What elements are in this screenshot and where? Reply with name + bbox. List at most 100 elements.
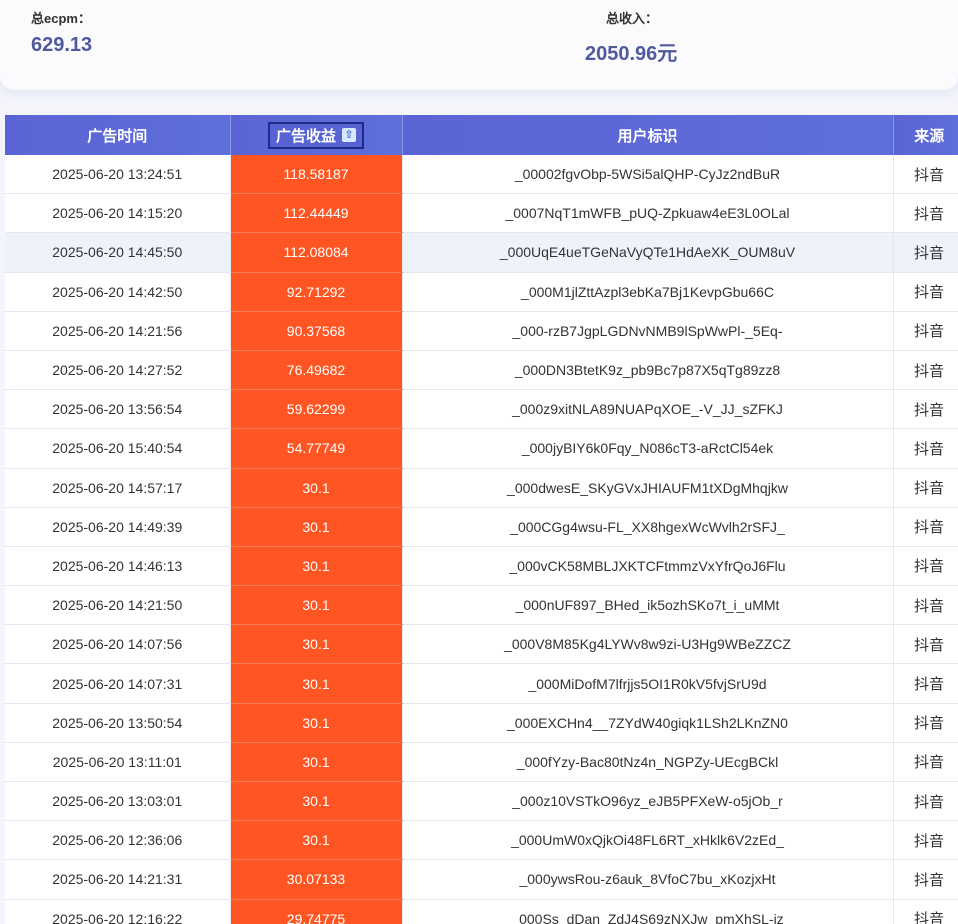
cell-ad-revenue: 76.49682 <box>230 350 403 391</box>
cell-ad-time: 2025-06-20 14:15:20 <box>5 193 231 234</box>
cell-source: 抖音 <box>893 468 958 508</box>
cell-user-id: _000z9xitNLA89NUAPqXOE_-V_JJ_sZFKJ <box>402 389 894 430</box>
cell-user-id: _000MiDofM7lfrjjs5OI1R0kV5fvjSrU9d <box>402 663 894 704</box>
cell-ad-revenue: 30.1 <box>230 820 403 861</box>
header-source[interactable]: 来源 <box>893 115 958 155</box>
cell-source: 抖音 <box>893 155 958 195</box>
cell-user-id: _000ywsRou-z6auk_8VfoC7bu_xKozjxHt <box>402 859 894 900</box>
cell-user-id: _000-rzB7JgpLGDNvNMB9lSpWwPl-_5Eq- <box>402 311 894 351</box>
cell-ad-revenue: 30.1 <box>230 546 403 587</box>
cell-ad-time: 2025-06-20 12:16:22 <box>5 899 231 924</box>
cell-ad-revenue: 30.1 <box>230 742 403 783</box>
cell-source: 抖音 <box>893 899 958 924</box>
cell-source: 抖音 <box>893 546 958 587</box>
header-ad-revenue-label: 广告收益 <box>275 127 336 145</box>
cell-source: 抖音 <box>893 428 958 469</box>
cell-user-id: _000UmW0xQjkOi48FL6RT_xHklk6V2zEd_ <box>402 820 894 861</box>
cell-user-id: _0007NqT1mWFB_pUQ-Zpkuaw4eE3L0OLal <box>402 193 894 234</box>
header-ad-time[interactable]: 广告时间 <box>5 115 231 155</box>
cell-source: 抖音 <box>893 311 958 351</box>
cell-source: 抖音 <box>893 742 958 783</box>
cell-ad-time: 2025-06-20 13:56:54 <box>5 389 231 430</box>
cell-ad-time: 2025-06-20 13:03:01 <box>5 781 231 822</box>
table-row[interactable]: 2025-06-20 14:49:39 30.1 _000CGg4wsu-FL_XX… <box>5 507 958 547</box>
cell-user-id: _000vCK58MBLJXKTCFtmmzVxYfrQoJ6Flu <box>402 546 894 587</box>
cell-source: 抖音 <box>893 859 958 900</box>
table-row[interactable]: 2025-06-20 14:21:50 30.1 _000nUF897_BHed_i… <box>5 585 958 626</box>
table-header-row: 广告时间 广告收益 ⇧ 用户标识 来源 <box>5 115 958 155</box>
cell-source: 抖音 <box>893 624 958 665</box>
table-row[interactable]: 2025-06-20 14:45:50 112.08084 _000UqE4ueTG… <box>5 232 958 273</box>
table-row[interactable]: 2025-06-20 14:57:17 30.1 _000dwesE_SKyGVxJ… <box>5 468 958 508</box>
header-user-id[interactable]: 用户标识 <box>402 115 894 155</box>
cell-user-id: _000CGg4wsu-FL_XX8hgexWcWvlh2rSFJ_ <box>402 507 894 547</box>
cell-ad-revenue: 30.1 <box>230 663 403 704</box>
table-row[interactable]: 2025-06-20 13:03:01 30.1 _000z10VSTkO96yz_… <box>5 781 958 822</box>
cell-user-id: _000Ss_dDan_ZdJ4S69zNXJw_pmXhSL-iz <box>402 899 894 924</box>
ecpm-label: 总ecpm： <box>31 11 91 26</box>
header-ad-revenue[interactable]: 广告收益 ⇧ <box>230 115 403 155</box>
cell-ad-revenue: 30.1 <box>230 703 403 743</box>
cell-ad-time: 2025-06-20 13:50:54 <box>5 703 231 743</box>
table-row[interactable]: 2025-06-20 14:21:56 90.37568 _000-rzB7JgpL… <box>5 311 958 351</box>
table-row[interactable]: 2025-06-20 12:16:22 29.74775 _000Ss_dDan_Z… <box>5 899 958 924</box>
cell-source: 抖音 <box>893 585 958 626</box>
cell-ad-time: 2025-06-20 14:49:39 <box>5 507 231 547</box>
cell-ad-revenue: 112.08084 <box>230 232 403 273</box>
cell-ad-revenue: 54.77749 <box>230 428 403 469</box>
table-row[interactable]: 2025-06-20 13:50:54 30.1 _000EXCHn4__7ZYdW… <box>5 703 958 743</box>
income-value: 2050.96元 <box>585 43 678 65</box>
cell-ad-time: 2025-06-20 13:11:01 <box>5 742 231 783</box>
cell-source: 抖音 <box>893 703 958 743</box>
sort-by-revenue-button[interactable]: 广告收益 ⇧ <box>267 121 364 149</box>
cell-ad-time: 2025-06-20 14:21:31 <box>5 859 231 900</box>
cell-source: 抖音 <box>893 663 958 704</box>
cell-source: 抖音 <box>893 350 958 391</box>
cell-ad-revenue: 30.1 <box>230 585 403 626</box>
cell-source: 抖音 <box>893 507 958 547</box>
table-row[interactable]: 2025-06-20 14:21:31 30.07133 _000ywsRou-z6… <box>5 859 958 900</box>
cell-ad-time: 2025-06-20 14:57:17 <box>5 468 231 508</box>
cell-ad-time: 2025-06-20 14:21:50 <box>5 585 231 626</box>
cell-ad-time: 2025-06-20 14:07:31 <box>5 663 231 704</box>
table-row[interactable]: 2025-06-20 12:36:06 30.1 _000UmW0xQjkOi48F… <box>5 820 958 861</box>
cell-ad-revenue: 118.58187 <box>230 155 403 195</box>
cell-ad-revenue: 30.1 <box>230 468 403 508</box>
cell-user-id: _000fYzy-Bac80tNz4n_NGPZy-UEcgBCkl <box>402 742 894 783</box>
table-row[interactable]: 2025-06-20 15:40:54 54.77749 _000jyBIY6k0F… <box>5 428 958 469</box>
table-body: 2025-06-20 13:24:51 118.58187 _00002fgvObp… <box>5 155 958 924</box>
cell-ad-time: 2025-06-20 13:24:51 <box>5 155 231 195</box>
table-row[interactable]: 2025-06-20 14:27:52 76.49682 _000DN3BtetK9… <box>5 350 958 391</box>
table-row[interactable]: 2025-06-20 14:42:50 92.71292 _000M1jlZttAz… <box>5 272 958 312</box>
table-row[interactable]: 2025-06-20 14:07:56 30.1 _000V8M85Kg4LYWv8… <box>5 624 958 665</box>
table-row[interactable]: 2025-06-20 14:07:31 30.1 _000MiDofM7lfrjjs… <box>5 663 958 704</box>
cell-user-id: _000nUF897_BHed_ik5ozhSKo7t_i_uMMt <box>402 585 894 626</box>
cell-ad-revenue: 30.07133 <box>230 859 403 900</box>
cell-ad-time: 2025-06-20 15:40:54 <box>5 428 231 469</box>
cell-ad-revenue: 30.1 <box>230 624 403 665</box>
cell-source: 抖音 <box>893 781 958 822</box>
table-row[interactable]: 2025-06-20 14:46:13 30.1 _000vCK58MBLJXKTC… <box>5 546 958 587</box>
cell-user-id: _00002fgvObp-5WSi5alQHP-CyJz2ndBuR <box>402 155 894 195</box>
ecpm-value: 629.13 <box>31 34 93 56</box>
cell-ad-revenue: 30.1 <box>230 781 403 822</box>
cell-ad-time: 2025-06-20 14:27:52 <box>5 350 231 391</box>
sort-ascending-icon[interactable]: ⇧ <box>342 128 356 142</box>
cell-user-id: _000EXCHn4__7ZYdW40giqk1LSh2LKnZN0 <box>402 703 894 743</box>
cell-ad-revenue: 112.44449 <box>230 193 403 234</box>
table-row[interactable]: 2025-06-20 13:11:01 30.1 _000fYzy-Bac80tNz… <box>5 742 958 783</box>
cell-source: 抖音 <box>893 389 958 430</box>
cell-ad-revenue: 92.71292 <box>230 272 403 312</box>
cell-user-id: _000z10VSTkO96yz_eJB5PFXeW-o5jOb_r <box>402 781 894 822</box>
cell-user-id: _000DN3BtetK9z_pb9Bc7p87X5qTg89zz8 <box>402 350 894 391</box>
cell-ad-time: 2025-06-20 14:46:13 <box>5 546 231 587</box>
table-row[interactable]: 2025-06-20 13:56:54 59.62299 _000z9xitNLA8… <box>5 389 958 430</box>
cell-ad-revenue: 90.37568 <box>230 311 403 351</box>
summary-panel: 总ecpm： 629.13 总收入： 2050.96元 <box>0 0 958 90</box>
ad-revenue-table: 广告时间 广告收益 ⇧ 用户标识 来源 2025-06-20 13:24:51 1… <box>5 115 958 924</box>
table-row[interactable]: 2025-06-20 13:24:51 118.58187 _00002fgvObp… <box>5 155 958 195</box>
cell-ad-time: 2025-06-20 14:45:50 <box>5 232 231 273</box>
table-row[interactable]: 2025-06-20 14:15:20 112.44449 _0007NqT1mWF… <box>5 193 958 234</box>
cell-user-id: _000UqE4ueTGeNaVyQTe1HdAeXK_OUM8uV <box>402 232 894 273</box>
cell-user-id: _000M1jlZttAzpl3ebKa7Bj1KevpGbu66C <box>402 272 894 312</box>
